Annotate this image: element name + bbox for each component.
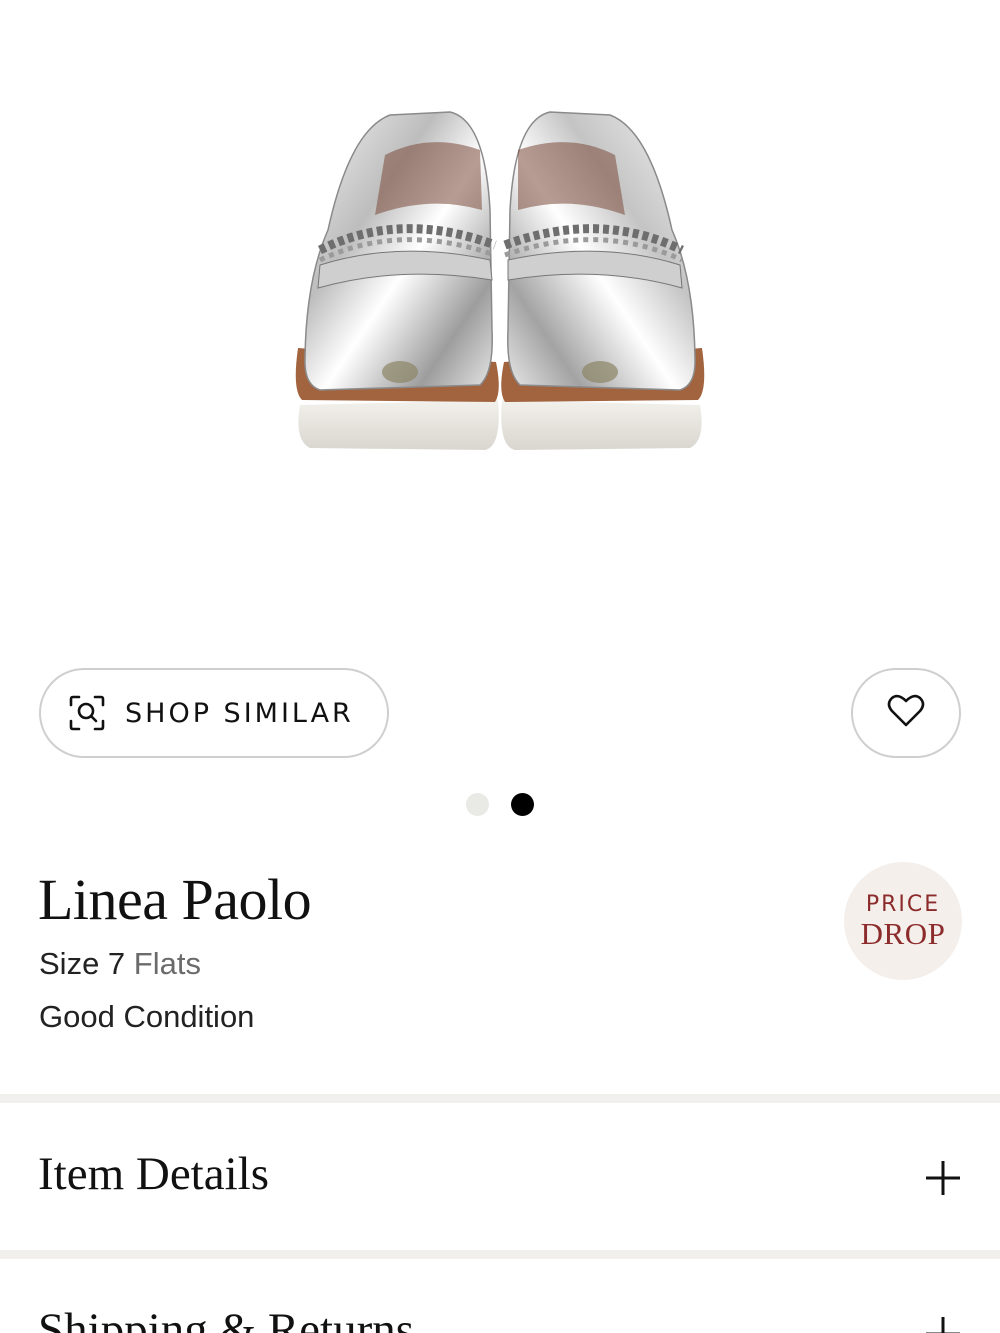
left-shoe (295, 111, 499, 450)
product-page: SHOP SIMILAR Linea Paolo Size 7 Flats Go… (0, 0, 1000, 1333)
loafers-photo (295, 111, 705, 450)
carousel-dot-2-active[interactable] (511, 793, 534, 816)
favorite-button[interactable] (851, 668, 961, 758)
right-shoe (501, 111, 705, 450)
price-drop-line2: DROP (860, 915, 946, 951)
shipping-returns-section[interactable]: Shipping & Returns (0, 1259, 1000, 1333)
carousel-indicator (466, 793, 534, 817)
brand-name: Linea Paolo (38, 867, 312, 932)
item-details-title: Item Details (38, 1148, 270, 1200)
shop-similar-button[interactable]: SHOP SIMILAR (39, 668, 389, 758)
heart-icon (887, 694, 925, 733)
size-line: Size 7 Flats (39, 946, 201, 982)
shipping-returns-title: Shipping & Returns (38, 1304, 415, 1333)
product-image[interactable] (0, 0, 1000, 640)
price-drop-badge: PRICE DROP (844, 862, 962, 980)
plus-icon (924, 1159, 962, 1197)
condition-label: Good Condition (39, 999, 255, 1034)
section-divider (0, 1250, 1000, 1259)
size-label: Size 7 (39, 946, 126, 981)
visual-search-icon (67, 693, 107, 733)
price-drop-line1: PRICE (865, 891, 941, 917)
section-divider (0, 1094, 1000, 1103)
carousel-dot-1[interactable] (466, 793, 489, 816)
shop-similar-label: SHOP SIMILAR (125, 697, 354, 729)
plus-icon (924, 1315, 962, 1333)
category-label: Flats (133, 946, 201, 981)
item-details-section[interactable]: Item Details (0, 1103, 1000, 1243)
